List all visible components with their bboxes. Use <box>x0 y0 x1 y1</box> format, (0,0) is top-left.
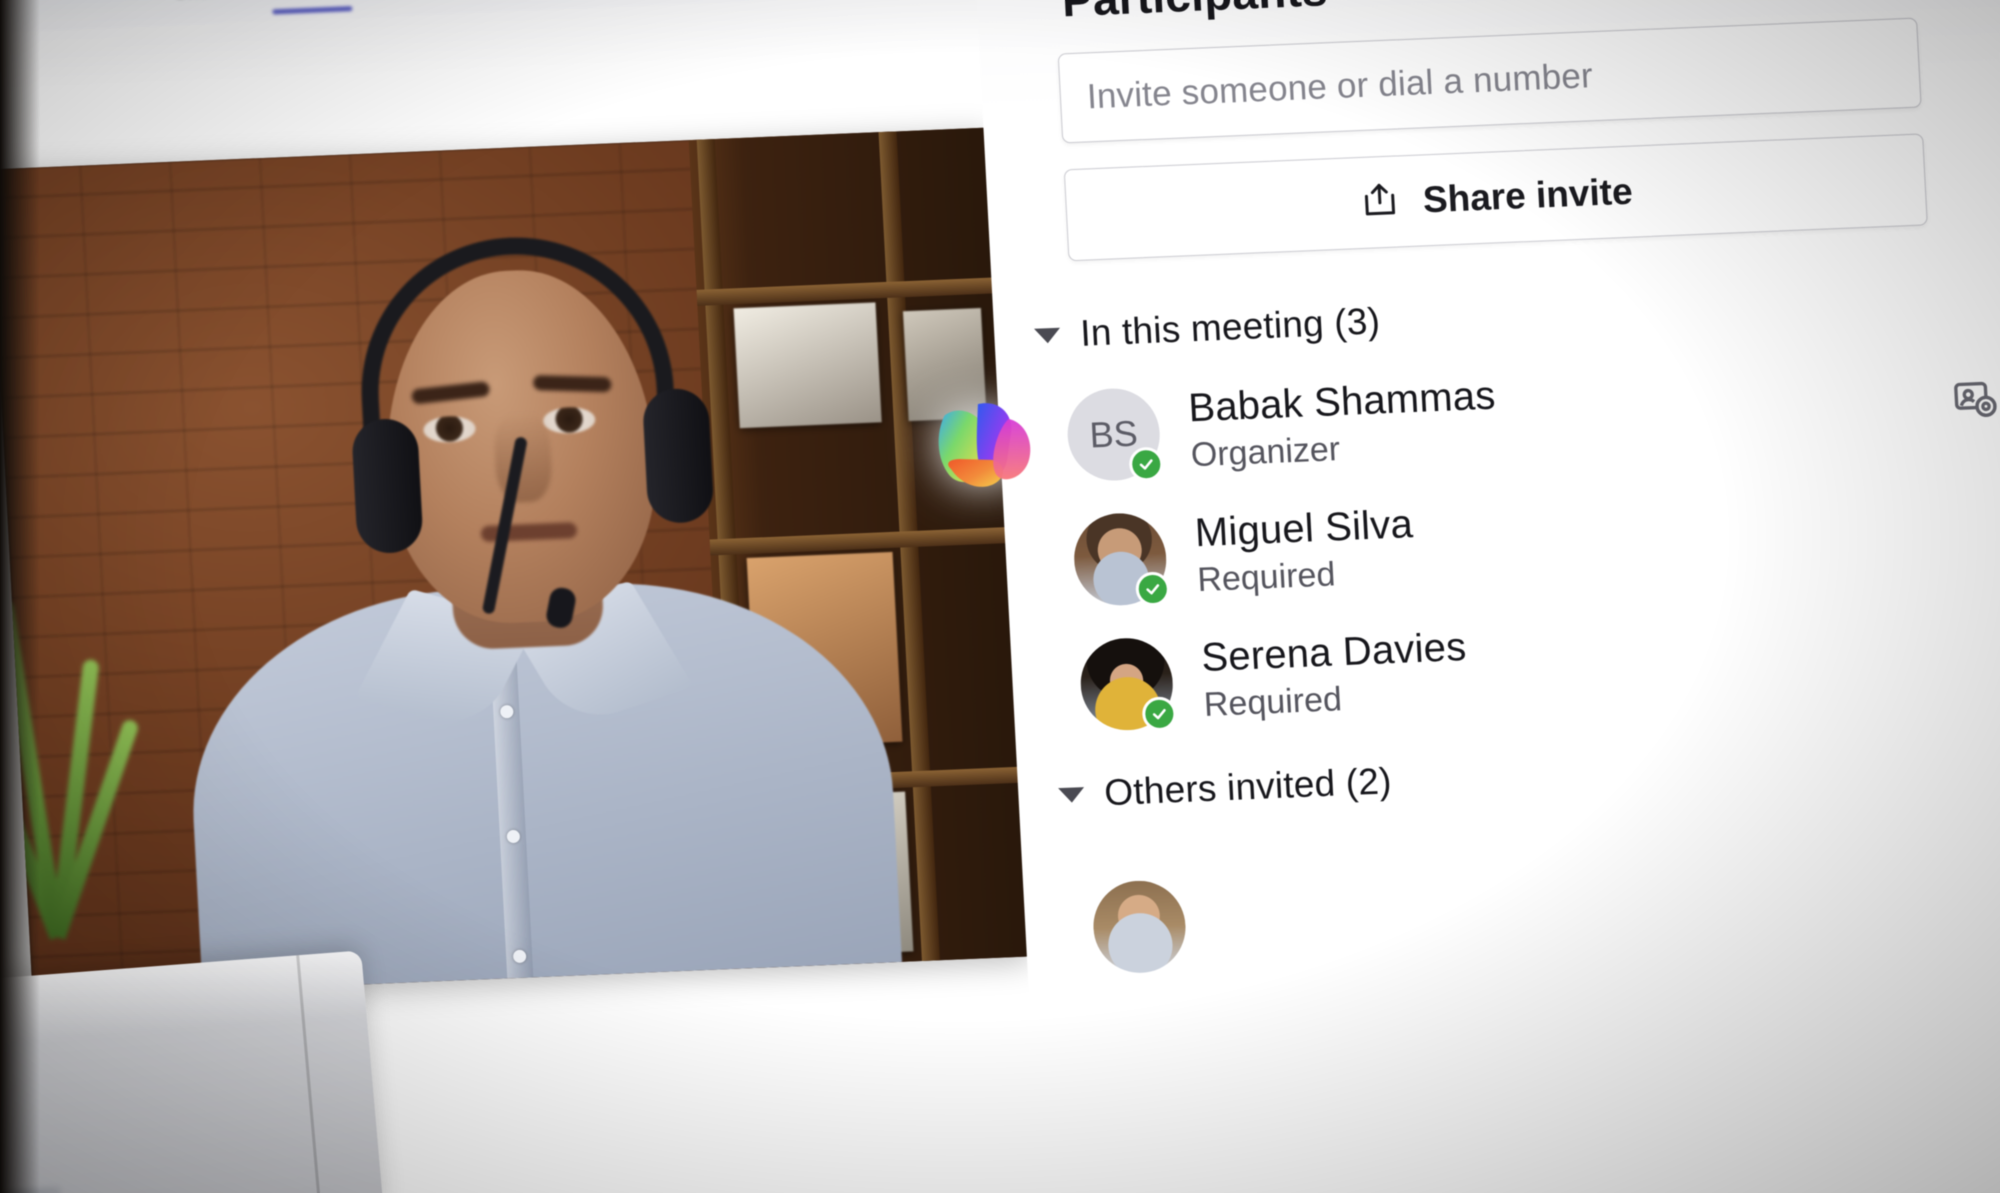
foreground-laptop <box>0 950 384 1193</box>
participant-meta: Serena Davies Required <box>1200 625 1469 726</box>
status-badge <box>1141 695 1178 732</box>
status-badge <box>1134 570 1171 607</box>
page-title: Participants <box>1060 0 1329 27</box>
participant-role: Required <box>1202 679 1343 724</box>
list-item[interactable] <box>1091 878 1218 975</box>
share-invite-button[interactable]: Share invite <box>1063 133 1928 262</box>
avatar: BS <box>1065 386 1165 482</box>
participant-list: BS Babak Shammas Organizer Miguel Silva … <box>1036 328 2000 749</box>
participant-role: Required <box>1196 554 1337 599</box>
screenshot-stage: NextCloud Marketing Sync Chat <box>0 0 2000 1193</box>
participant-actions <box>1950 367 2000 423</box>
chevron-down-icon[interactable] <box>1976 0 2000 23</box>
active-tab-indicator <box>272 6 353 15</box>
section-title: Others invited (2) <box>1103 760 1393 814</box>
copilot-icon[interactable] <box>925 389 1050 500</box>
share-invite-label: Share invite <box>1421 170 1634 221</box>
section-title: In this meeting (3) <box>1079 300 1382 354</box>
invite-section: Invite someone or dial a number Share in… <box>1057 0 2000 262</box>
participant-meta: Miguel Silva Required <box>1194 502 1417 601</box>
participant-name: Serena Davies <box>1200 624 1468 680</box>
section-header-in-this-meeting[interactable]: In this meeting (3) <box>1033 300 1381 356</box>
status-badge <box>1128 446 1165 482</box>
toolbar-button-people[interactable]: People <box>250 0 372 15</box>
avatar <box>1078 635 1178 732</box>
video-participant-figure <box>111 161 954 999</box>
share-icon <box>1358 178 1402 227</box>
caret-down-icon <box>1058 786 1085 803</box>
participant-meta: Babak Shammas Organizer <box>1187 373 1499 475</box>
invite-input-placeholder: Invite someone or dial a number <box>1085 56 1594 117</box>
participant-name: Babak Shammas <box>1187 373 1497 431</box>
meeting-toolbar: Chat People <box>132 0 1079 15</box>
avatar-photo <box>1091 879 1188 975</box>
section-header-others-invited[interactable]: Others invited (2) <box>1057 760 1393 816</box>
toolbar-label: Chat <box>172 0 216 5</box>
caret-down-icon <box>1034 327 1061 344</box>
participant-name: Miguel Silva <box>1193 501 1414 555</box>
main-video-tile[interactable] <box>0 127 1032 999</box>
participant-role: Organizer <box>1189 429 1341 474</box>
photo-edge-shadow <box>0 0 40 1193</box>
toolbar-button-chat[interactable]: Chat <box>132 0 254 6</box>
avatar <box>1071 511 1171 607</box>
invite-input[interactable]: Invite someone or dial a number <box>1057 17 1922 144</box>
participants-panel: Participants Invite someone or dial a nu… <box>970 0 2000 1193</box>
spotlight-video-icon[interactable] <box>1950 372 2000 424</box>
teams-meeting-window: NextCloud Marketing Sync Chat <box>0 0 2000 1193</box>
